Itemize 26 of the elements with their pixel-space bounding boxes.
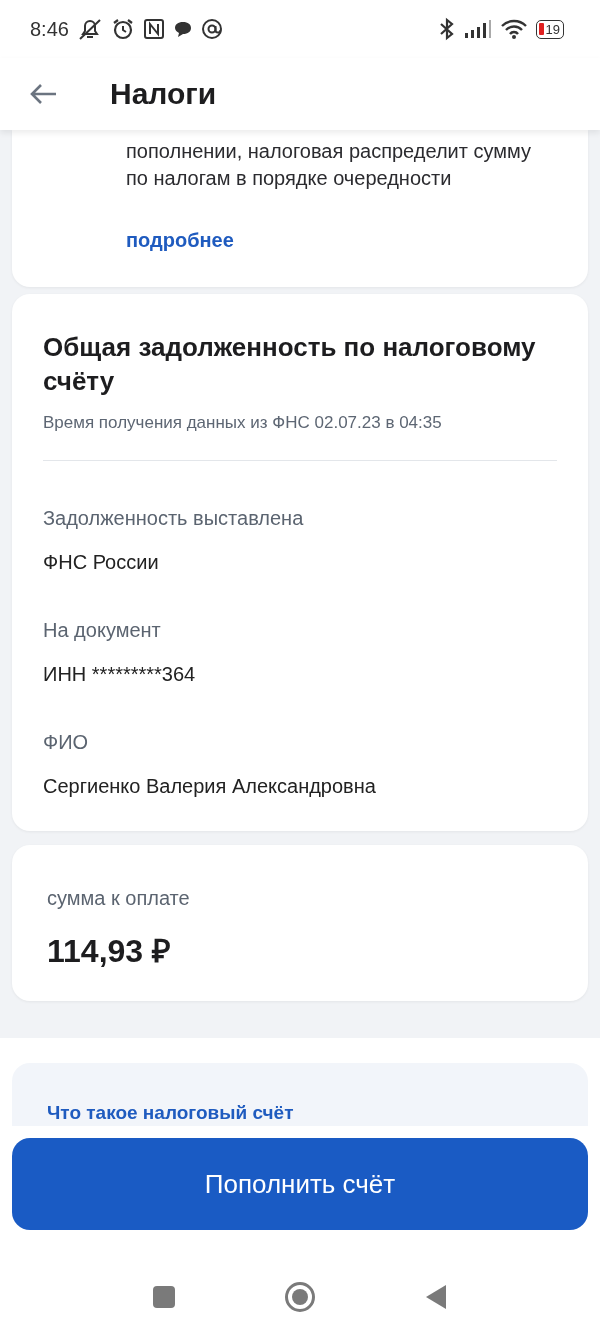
clock: 8:46	[30, 17, 69, 42]
field-value: ИНН *********364	[43, 661, 197, 687]
wifi-icon	[499, 18, 528, 40]
home-button-icon[interactable]	[284, 1281, 316, 1313]
nfc-icon	[142, 18, 165, 40]
at-sign-icon	[200, 18, 223, 40]
chat-bubble-icon	[172, 19, 193, 39]
back-arrow-icon[interactable]	[29, 83, 57, 105]
card-title: Общая задолженность по налоговому счёту	[43, 331, 537, 398]
amount-value: 114,93 ₽	[47, 931, 172, 971]
field-label: ФИО	[43, 729, 90, 755]
field-value: ФНС России	[43, 549, 160, 575]
details-link[interactable]: подробнее	[126, 225, 234, 255]
info-link[interactable]: Что такое налоговый счёт	[47, 1102, 294, 1123]
field-label: На документ	[43, 617, 162, 643]
signal-icon	[463, 19, 492, 39]
top-up-button[interactable]: Пополнить счёт	[12, 1138, 588, 1230]
amount-label: сумма к оплате	[47, 885, 191, 911]
back-button-icon[interactable]	[424, 1284, 448, 1310]
recents-button-icon[interactable]	[152, 1285, 176, 1309]
field-value: Сергиенко Валерия Александровна	[43, 773, 377, 799]
notice-text: пополнении, налоговая распределит сумму по налогам в порядке очередности	[126, 139, 532, 191]
field-label: Задолженность выставлена	[43, 505, 305, 531]
screen-title: Налоги	[110, 76, 217, 112]
update-time-text: Время получения данных из ФНС 02.07.23 в 04:35	[43, 412, 443, 434]
battery-indicator: 19	[535, 19, 564, 39]
